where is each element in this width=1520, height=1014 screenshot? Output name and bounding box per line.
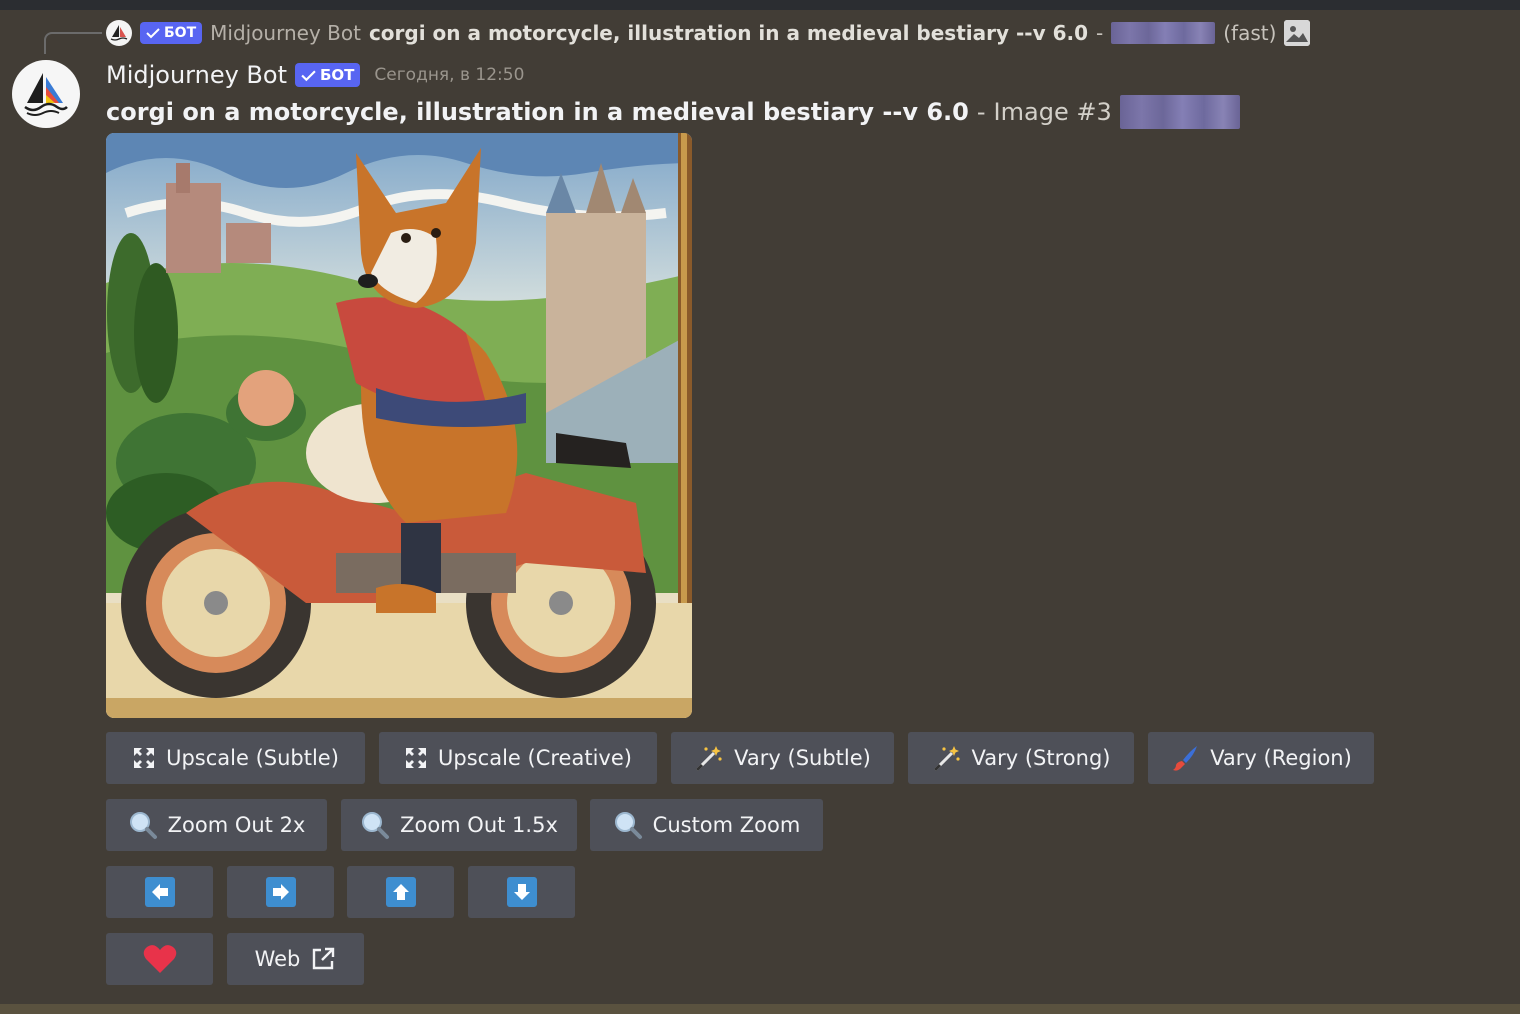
arrow-down-icon [506,877,537,907]
vary-subtle-label: Vary (Subtle) [734,746,871,770]
custom-zoom-button[interactable]: Custom Zoom [590,799,823,851]
bot-badge: БОТ [294,63,361,87]
sailboat-logo-icon [24,73,68,116]
upscale-creative-button[interactable]: Upscale (Creative) [379,732,657,784]
vary-region-label: Vary (Region) [1210,746,1352,770]
author-name[interactable]: Midjourney Bot [106,61,287,89]
vary-strong-button[interactable]: Vary (Strong) [908,732,1134,784]
magnifier-icon [613,810,643,840]
upscale-creative-label: Upscale (Creative) [438,746,632,770]
image-label: Image #3 [993,98,1112,126]
paintbrush-icon [1170,743,1200,773]
custom-zoom-label: Custom Zoom [652,813,801,837]
zoom-out-2x-label: Zoom Out 2x [167,813,306,837]
check-icon [146,28,160,39]
upscale-subtle-label: Upscale (Subtle) [166,746,339,770]
message-prompt: corgi on a motorcycle, illustration in a… [106,98,969,126]
web-link-label: Web [254,947,301,971]
arrow-up-icon [385,877,416,907]
sailboat-logo-icon [110,25,128,41]
arrow-right-icon [265,877,296,907]
image-attachment-icon[interactable] [1284,20,1311,46]
reply-speed: (fast) [1223,21,1277,45]
magnifier-icon [128,810,158,840]
external-link-icon [310,946,336,972]
arrow-left-icon [144,877,175,907]
pan-down-button[interactable] [468,866,575,918]
reply-author[interactable]: Midjourney Bot [210,21,361,45]
message-header: Midjourney Bot БОТ Сегодня, в 12:50 [106,58,524,92]
favorite-button[interactable] [106,933,213,985]
reply-spine [44,32,102,54]
heart-icon [143,944,177,974]
upscale-subtle-button[interactable]: Upscale (Subtle) [106,732,365,784]
window-top-bar [0,0,1520,10]
reply-reference[interactable]: БОТ Midjourney Bot corgi on a motorcycle… [106,18,1311,48]
generated-image[interactable] [106,133,692,718]
message-separator: - [976,98,986,126]
bot-badge-label: БОТ [319,66,355,84]
bot-avatar[interactable] [12,60,80,128]
redacted-mention [1111,22,1216,44]
zoom-out-1-5x-button[interactable]: Zoom Out 1.5x [341,799,577,851]
check-icon [301,69,316,81]
message-content: corgi on a motorcycle, illustration in a… [106,95,1240,129]
bot-mini-avatar[interactable] [106,20,132,46]
pan-right-button[interactable] [227,866,334,918]
window-bottom-bar [0,1004,1520,1014]
reply-prompt[interactable]: corgi on a motorcycle, illustration in a… [369,21,1088,45]
expand-arrows-icon [404,746,428,770]
vary-subtle-button[interactable]: Vary (Subtle) [671,732,894,784]
pan-up-button[interactable] [347,866,454,918]
pan-left-button[interactable] [106,866,213,918]
redacted-mention [1119,95,1240,129]
zoom-out-2x-button[interactable]: Zoom Out 2x [106,799,327,851]
web-link-button[interactable]: Web [227,933,364,985]
bot-badge-label: БОТ [164,25,197,41]
expand-arrows-icon [132,746,156,770]
vary-region-button[interactable]: Vary (Region) [1148,732,1374,784]
zoom-out-1-5x-label: Zoom Out 1.5x [400,813,558,837]
bot-badge: БОТ [140,22,203,44]
magic-wand-icon [694,743,724,773]
reply-separator: - [1096,21,1104,45]
magic-wand-icon [932,743,962,773]
timestamp[interactable]: Сегодня, в 12:50 [374,65,524,85]
magnifier-icon [360,810,390,840]
vary-strong-label: Vary (Strong) [971,746,1111,770]
